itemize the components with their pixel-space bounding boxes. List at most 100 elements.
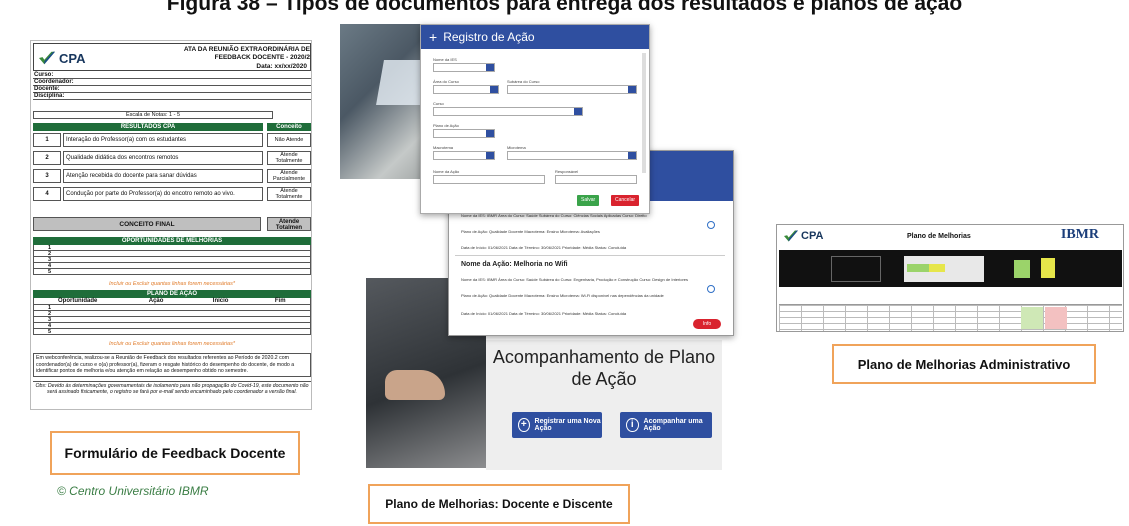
feedback-form-document: CPA ATA DA REUNIÃO EXTRAORDINÁRIA DE FEE… [30,40,312,410]
form-fields: Curso: Coordenador: Docente: Disciplina: [33,72,311,100]
column-header: Início [212,298,229,304]
results-header: RESULTADOS CPA [33,123,263,131]
question-row: 3 Atenção recebida do docente para sanar… [33,169,311,183]
question-concept: Atende Totalmente [267,187,311,201]
plus-icon: + [518,418,530,432]
question-concept: Não Atende [267,133,311,147]
registro-modal: + Registro de Ação Nome da IES Área do C… [420,24,650,214]
question-number: 4 [33,187,61,201]
column-header: Ação [148,298,164,304]
list-item: 5 [33,269,311,275]
opportunities-header: OPORTUNIDADES DE MELHORIAS [33,237,311,245]
field-label: Nome da IES [433,57,457,62]
plano-select[interactable] [433,129,495,138]
cpa-check-icon [784,230,798,242]
macrotema-select[interactable] [433,151,495,160]
info-icon: i [626,418,639,432]
modal-scrollbar[interactable] [642,53,646,173]
cancel-button[interactable]: Cancelar [611,195,640,206]
search-icon[interactable] [707,221,715,229]
microtema-select[interactable] [507,151,637,160]
column-header: Fim [274,298,286,304]
register-action-button[interactable]: + Registrar uma Nova Ação [512,412,602,438]
sheet-column-headers [779,287,1122,305]
question-row: 2 Qualidade didática dos encontros remot… [33,151,311,165]
cpa-logo-text: CPA [59,50,86,66]
cpa-check-icon [39,51,55,65]
follow-action-label: Acompanhar uma Ação [643,418,703,432]
result-line: Plano de Ação: Qualidade Docente Macrote… [461,229,600,234]
insert-rows-note: Incluir ou Excluir quantas linhas forem … [109,281,235,287]
question-text: Atenção recebida do docente para sanar d… [63,169,263,183]
form-header: CPA ATA DA REUNIÃO EXTRAORDINÁRIA DE FEE… [33,43,311,71]
covid-observation: Obs: Devido às determinações governament… [33,381,311,397]
question-concept: Atende Parcialmente [267,169,311,183]
meeting-paragraph: Em webconferência, realizou-se a Reunião… [33,353,311,377]
acompanhamento-title: Acompanhamento de Plano de Ação [492,347,716,389]
sheet-dashboard-band [779,250,1122,287]
column-header: Oportunidade [58,298,98,304]
field-label: Curso [433,101,444,106]
field-label: Plano de Ação [433,123,459,128]
sheet-title: Plano de Melhorias [907,233,971,240]
field-coordenador: Coordenador: [33,79,311,86]
result-line: Data de Início: 01/06/2021 Data de Térmi… [461,311,627,316]
save-button[interactable]: Salvar [577,195,600,206]
cpa-logo: CPA [38,47,108,69]
subarea-select[interactable] [507,85,637,94]
sheet-logo-text: CPA [801,230,824,242]
responsible-input[interactable] [555,175,637,184]
info-button[interactable]: Info [693,319,721,329]
field-docente: Docente: [33,86,311,93]
ibmr-logo: IBMR [1060,227,1099,242]
hand-photo [385,370,445,400]
action-plan-header: PLANO DE AÇÃO [33,290,311,298]
form-title: ATA DA REUNIÃO EXTRAORDINÁRIA DE FEEDBAC… [183,46,310,61]
field-label: Macrotema [433,145,454,150]
question-text: Interação do Professor(a) com os estudan… [63,133,263,147]
area-select[interactable] [433,85,499,94]
figure-title: Figura 38 – Tipos de documentos para ent… [166,0,963,15]
final-concept-label: CONCEITO FINAL [33,217,261,231]
caption-docente-discente: Plano de Melhorias: Docente e Discente [368,484,630,524]
concept-header: Conceito [267,123,311,131]
result-line: Nome da IES: IBMR Área do Curso: Saúde S… [461,277,689,282]
grade-scale: Escala de Notas: 1 - 5 [33,111,273,119]
search-icon[interactable] [707,285,715,293]
action-plan-columns: Oportunidade Ação Início Fim [33,298,311,305]
modal-title: Registro de Ação [443,30,535,44]
ies-select[interactable] [433,63,495,72]
field-label: Nome da Ação [433,169,460,174]
question-concept: Atende Totalmente [267,151,311,165]
question-text: Condução por parte do Professor(a) do en… [63,187,263,201]
insert-rows-note: Incluir ou Excluir quantas linhas forem … [109,341,235,347]
field-curso: Curso: [33,72,311,79]
opportunity-rows: 1 2 3 4 5 [33,245,311,275]
action-name-input[interactable] [433,175,545,184]
action-rows: 1 2 3 4 5 [33,305,311,335]
question-number: 1 [33,133,61,147]
follow-action-button[interactable]: i Acompanhar uma Ação [620,412,712,438]
field-disciplina: Disciplina: [33,93,311,100]
field-label: Responsável [555,169,579,174]
result-line: Data de Início: 01/06/2021 Data de Térmi… [461,245,627,250]
field-label: Área do Curso [433,79,459,84]
divider [455,255,725,256]
final-concept-value: Atende Totalmen [267,217,311,231]
caption-administrativo: Plano de Melhorias Administrativo [832,344,1096,384]
sheet-cpa-logo: CPA [783,229,823,243]
question-row: 4 Condução por parte do Professor(a) do … [33,187,311,201]
field-label: Microtema [507,145,526,150]
caption-feedback-form: Formulário de Feedback Docente [50,431,300,475]
copyright-text: © Centro Universitário IBMR [57,484,209,498]
question-row: 1 Interação do Professor(a) com os estud… [33,133,311,147]
question-number: 2 [33,151,61,165]
field-label: Subárea do Curso [507,79,540,84]
melhorias-spreadsheet: CPA Plano de Melhorias IBMR [776,224,1124,332]
acompanhamento-panel: Acompanhamento de Plano de Ação + Regist… [486,340,722,470]
curso-select[interactable] [433,107,583,116]
form-date: Data: xx/xx/2020 [256,63,307,70]
plus-icon: + [429,29,438,45]
question-text: Qualidade didática dos encontros remotos [63,151,263,165]
action-name-title: Nome da Ação: Melhoria no Wifi [461,261,568,268]
